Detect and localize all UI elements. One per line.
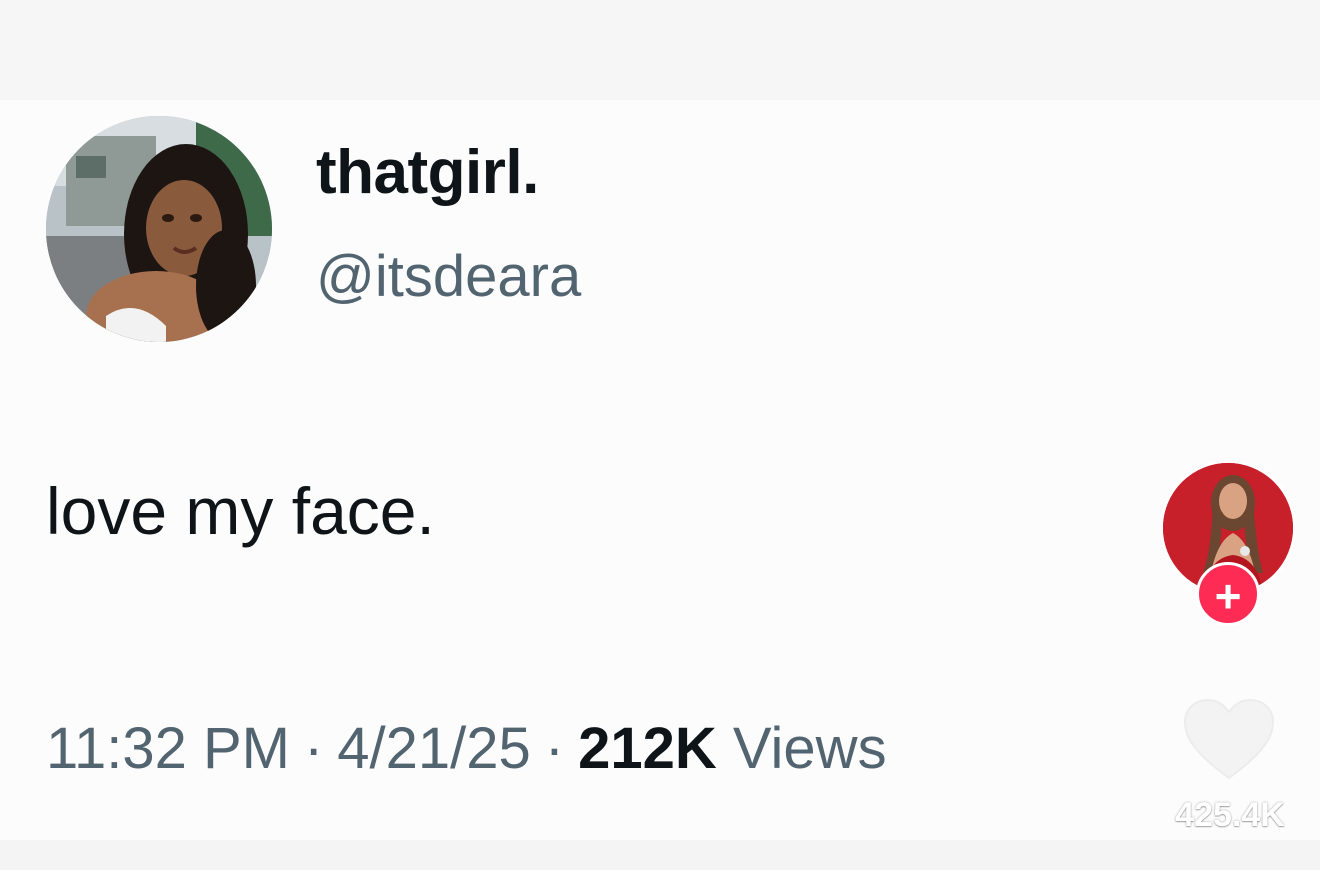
plus-icon: + — [1214, 570, 1242, 622]
heart-icon — [1183, 698, 1275, 780]
display-name[interactable]: thatgirl. — [316, 142, 539, 204]
tweet-text: love my face. — [46, 474, 435, 548]
views-label: Views — [732, 716, 887, 781]
profile-avatar[interactable] — [46, 116, 272, 342]
like-button[interactable] — [1183, 698, 1275, 782]
tweet-meta: 11:32 PM · 4/21/25 · 212K Views — [46, 720, 887, 778]
user-handle[interactable]: @itsdeara — [316, 248, 581, 306]
views-count[interactable]: 212K — [578, 716, 717, 781]
avatar-photo-icon — [46, 116, 272, 342]
like-count: 425.4K — [1175, 796, 1285, 834]
bottom-band — [0, 840, 1320, 870]
tweet-time[interactable]: 11:32 PM — [46, 716, 290, 781]
separator-dot: · — [303, 716, 324, 781]
top-band — [0, 0, 1320, 100]
tweet-date[interactable]: 4/21/25 — [337, 716, 531, 781]
follow-plus-button[interactable]: + — [1196, 562, 1260, 626]
separator-dot: · — [544, 716, 565, 781]
